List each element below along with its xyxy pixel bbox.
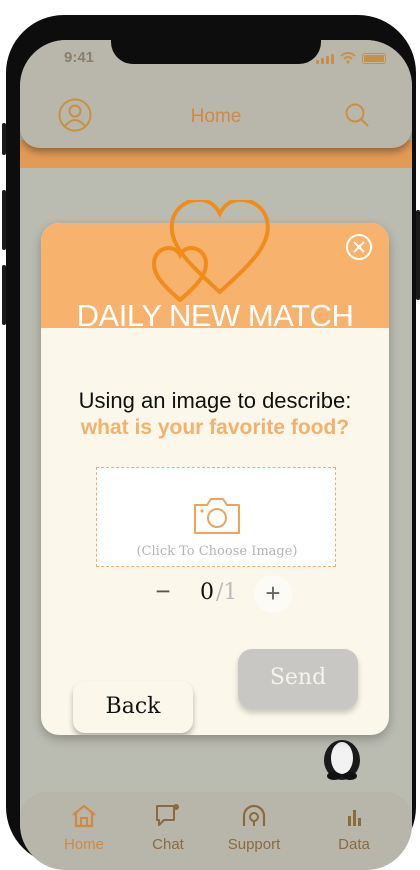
send-button[interactable]: Send	[238, 649, 358, 709]
data-icon	[348, 810, 361, 826]
counter-max: /1	[216, 580, 238, 605]
nav-label-home: Home	[63, 836, 104, 853]
signal-icon	[316, 54, 334, 64]
search-icon[interactable]	[344, 102, 370, 128]
nav-item-support[interactable]: Support	[214, 802, 294, 853]
image-placeholder-text: (Click To Choose Image)	[136, 544, 298, 559]
choose-image-area[interactable]: (Click To Choose Image)	[96, 467, 336, 567]
nav-label-chat: Chat	[152, 836, 184, 853]
nav-item-home[interactable]: Home	[44, 802, 124, 853]
prompt-question: what is your favorite food?	[80, 416, 350, 439]
hearts-icon	[151, 200, 270, 302]
wifi-icon	[340, 52, 356, 64]
nav-label-support: Support	[227, 836, 281, 853]
close-icon[interactable]	[345, 233, 373, 261]
counter-current: 0	[200, 580, 214, 605]
decrement-button[interactable]: −	[146, 575, 180, 609]
image-counter: − 0 /1 +	[146, 575, 306, 613]
nav-label-data: Data	[338, 836, 370, 853]
dialog-title: DAILY NEW MATCH	[76, 298, 354, 333]
camera-icon	[194, 498, 240, 534]
status-time: 9:41	[64, 49, 95, 66]
phone-volume-down-button	[2, 265, 6, 325]
phone-frame: 9:41 Home DAILY NEW MATCH Using an image…	[2, 15, 420, 870]
nav-item-chat[interactable]: Chat	[128, 802, 208, 853]
home-icon	[72, 804, 96, 828]
chat-icon	[156, 804, 179, 826]
back-button[interactable]: Back	[73, 681, 193, 733]
support-icon	[242, 804, 266, 826]
panda-mascot-icon	[324, 740, 360, 780]
phone-volume-up-button	[2, 190, 6, 250]
bottom-navigation: Home Chat Support Data	[20, 792, 412, 870]
notch	[111, 40, 321, 64]
increment-button[interactable]: +	[254, 575, 292, 613]
status-icons	[316, 52, 386, 64]
app-screen: 9:41 Home DAILY NEW MATCH Using an image…	[20, 40, 412, 870]
phone-power-button	[416, 210, 420, 300]
battery-icon	[362, 53, 386, 64]
nav-item-data[interactable]: Data	[314, 802, 394, 853]
prompt-text: Using an image to describe:	[78, 388, 352, 413]
phone-side-button	[2, 123, 6, 155]
